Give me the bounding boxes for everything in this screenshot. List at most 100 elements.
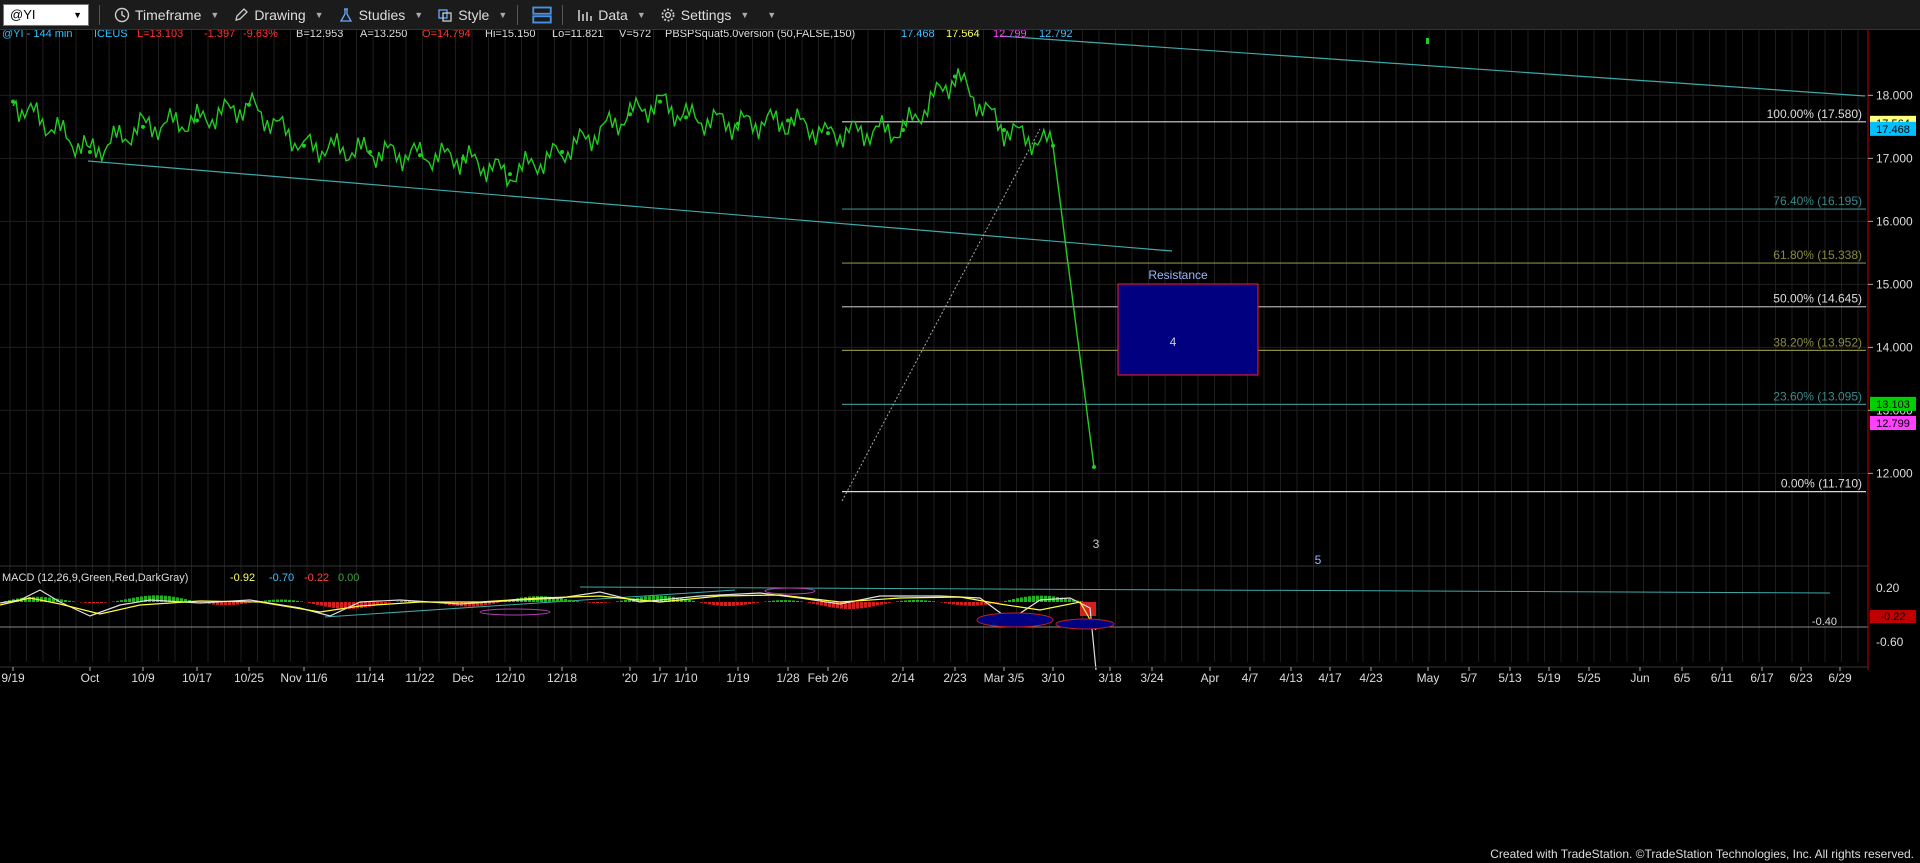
price-point <box>684 115 688 120</box>
macd-histogram-bar <box>104 602 107 603</box>
macd-histogram-bar <box>848 602 851 609</box>
price-axis-tick: 17.000 <box>1876 151 1913 165</box>
pencil-icon <box>235 7 249 21</box>
time-axis-tick: 1/7 <box>652 671 669 685</box>
macd-histogram-bar <box>972 602 975 606</box>
macd-histogram-bar <box>624 599 627 602</box>
macd-histogram-bar <box>872 602 875 607</box>
time-axis-tick: 11/14 <box>355 671 384 685</box>
macd-value-4: 0.00 <box>338 572 359 584</box>
macd-histogram-bar <box>68 600 71 602</box>
header-pct: -9.63% <box>243 30 278 40</box>
toolbar: @YI ▼ Timeframe ▼ Drawing ▼ Studies ▼ Style… <box>0 0 1920 30</box>
price-axis-tick: 14.000 <box>1876 340 1913 354</box>
toolbar-overflow[interactable]: ▼ <box>763 10 776 20</box>
settings-menu[interactable]: Settings ▼ <box>660 7 749 23</box>
macd-histogram-bar <box>384 602 387 604</box>
macd-histogram-bar <box>268 600 271 602</box>
macd-histogram-bar <box>224 602 227 606</box>
header-exchange: ICEUS <box>94 30 128 40</box>
macd-histogram-bar <box>964 602 967 606</box>
macd-histogram-bar <box>996 602 999 603</box>
time-axis-tick: Oct <box>81 671 100 685</box>
macd-histogram-bar <box>560 598 563 602</box>
fib-level-label: 50.00% (14.645) <box>1773 292 1862 306</box>
time-axis-tick: 6/5 <box>1674 671 1691 685</box>
macd-histogram-bar <box>1040 595 1043 602</box>
time-axis-tick: 5/25 <box>1577 671 1601 685</box>
macd-histogram-bar <box>1016 598 1019 602</box>
time-axis-tick: 6/23 <box>1789 671 1813 685</box>
price-badge-text: 17.468 <box>1876 124 1910 136</box>
wave-5-label: 5 <box>1315 553 1322 567</box>
macd-title: MACD (12,26,9,Green,Red,DarkGray) <box>2 572 188 584</box>
style-menu[interactable]: Style ▼ <box>437 7 507 23</box>
macd-histogram-bar <box>720 602 723 606</box>
macd-histogram-bar <box>564 599 567 602</box>
macd-histogram-bar <box>852 602 855 609</box>
timeframe-menu[interactable]: Timeframe ▼ <box>114 7 219 23</box>
macd-histogram-bar <box>916 599 919 602</box>
macd-histogram-bar <box>736 602 739 606</box>
macd-histogram-bar <box>360 602 363 609</box>
time-axis-tick: 1/19 <box>726 671 750 685</box>
macd-histogram-bar <box>896 601 899 602</box>
price-point <box>786 118 790 123</box>
macd-histogram-bar <box>572 600 575 602</box>
macd-histogram-bar <box>880 602 883 605</box>
macd-histogram-bar <box>576 601 579 602</box>
macd-histogram-bar <box>980 602 983 606</box>
macd-histogram-bar <box>332 602 335 608</box>
macd-histogram-bar <box>124 599 127 602</box>
chevron-down-icon: ▼ <box>414 9 424 20</box>
drawing-label: Drawing <box>254 6 306 23</box>
price-point <box>302 143 306 148</box>
price-point <box>901 128 905 132</box>
macd-histogram-bar <box>940 602 943 603</box>
macd-histogram-bar <box>856 602 859 609</box>
price-point <box>11 99 15 104</box>
macd-divergence-ellipse <box>1055 618 1115 630</box>
price-point <box>1092 465 1096 470</box>
macd-histogram-bar <box>784 600 787 602</box>
symbol-selector[interactable]: @YI ▼ <box>3 3 89 26</box>
macd-histogram-bar <box>728 602 731 606</box>
time-axis-tick: 2/14 <box>891 671 915 685</box>
chevron-down-icon: ▼ <box>636 9 646 20</box>
drawing-menu[interactable]: Drawing ▼ <box>233 6 324 23</box>
macd-histogram-bar <box>1024 596 1027 602</box>
time-axis-tick: 4/23 <box>1359 671 1383 685</box>
studies-menu[interactable]: Studies ▼ <box>338 7 424 23</box>
header-study: PBSPSquat5.0version (50,FALSE,150) <box>665 30 855 40</box>
time-axis-tick: 4/17 <box>1318 671 1342 685</box>
macd-histogram-bar <box>952 602 955 605</box>
price-chart[interactable]: 100.00% (17.580) 76.40% (16.195) 61.80% (1… <box>0 30 1920 846</box>
data-label: Data <box>598 6 628 23</box>
macd-histogram-bar <box>88 602 91 604</box>
time-axis-tick: May <box>1417 671 1440 685</box>
time-axis-tick: 10/25 <box>234 671 264 685</box>
macd-value-2: -0.70 <box>269 572 294 584</box>
macd-histogram-bar <box>700 602 703 603</box>
flask-icon <box>339 7 352 22</box>
wave-3-label: 3 <box>1093 537 1100 551</box>
data-menu[interactable]: Data ▼ <box>577 7 646 23</box>
time-axis-tick: 12/18 <box>547 671 577 685</box>
macd-histogram-bar <box>96 602 99 604</box>
footer: Created with TradeStation. ©TradeStation… <box>0 846 1920 863</box>
time-axis-tick: Nov 11/6 <box>280 671 327 685</box>
macd-histogram-bar <box>712 602 715 605</box>
macd-value-3: -0.22 <box>304 572 329 584</box>
time-axis-tick: 6/17 <box>1750 671 1774 685</box>
price-point <box>1051 143 1055 148</box>
resistance-zone[interactable] <box>1117 283 1259 376</box>
wave-4-label: 4 <box>1170 335 1177 349</box>
header-ask: A=13.250 <box>360 30 407 40</box>
price-axis-tick: 18.000 <box>1876 88 1913 102</box>
fib-level-label: 38.20% (13.952) <box>1773 335 1862 349</box>
time-axis-tick: 12/10 <box>495 671 525 685</box>
macd-histogram-bar <box>272 599 275 602</box>
time-axis-tick: 4/13 <box>1279 671 1303 685</box>
layout-button[interactable] <box>532 5 552 25</box>
macd-histogram-bar <box>40 596 43 602</box>
